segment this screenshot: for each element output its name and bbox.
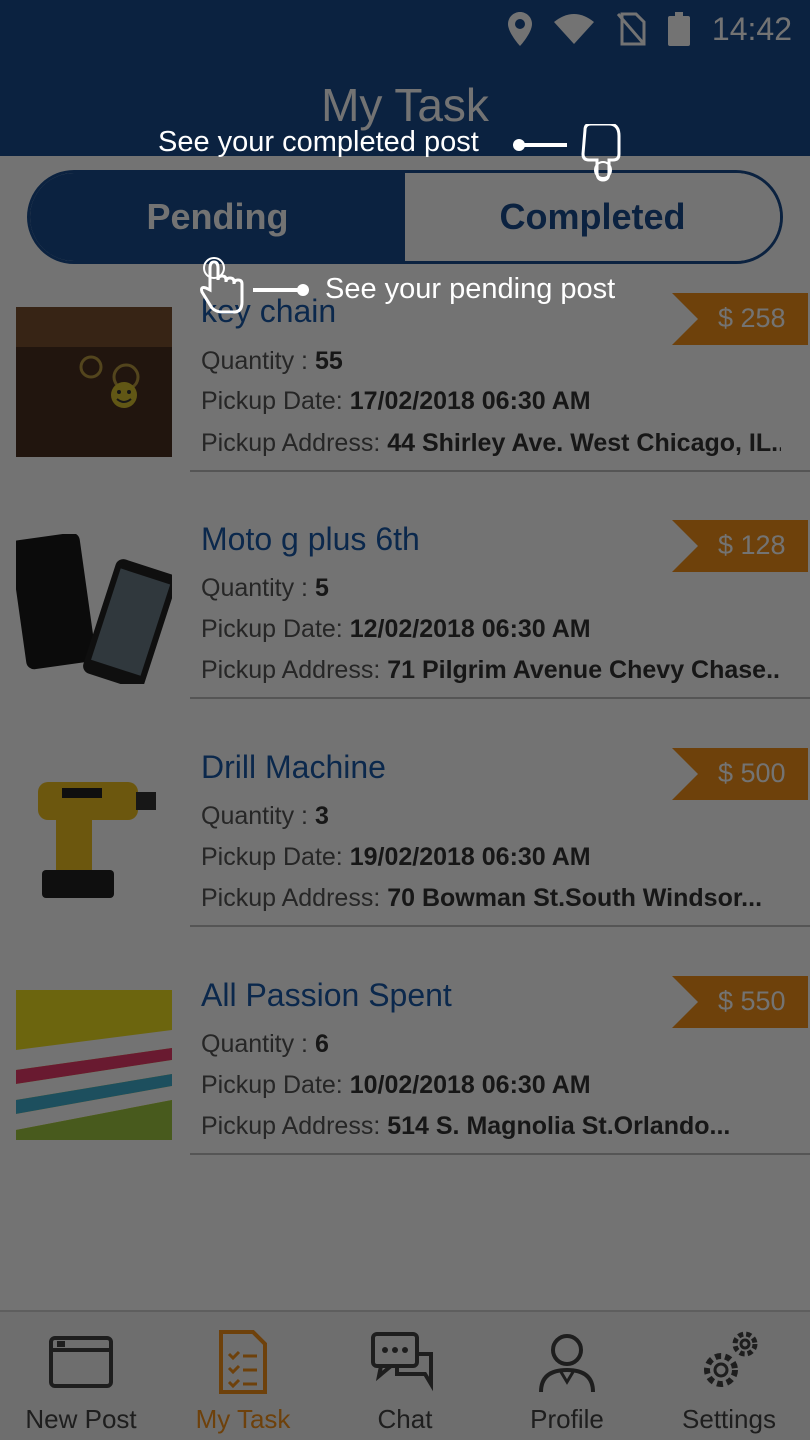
task-pickup-address: Pickup Address: 44 Shirley Ave. West Chi…	[201, 429, 781, 457]
nav-chat[interactable]: Chat	[324, 1312, 486, 1440]
nav-profile[interactable]: Profile	[486, 1312, 648, 1440]
nav-label: Chat	[377, 1404, 433, 1434]
status-bar: 14:42	[0, 0, 810, 58]
task-title: Moto g plus 6th	[201, 521, 420, 557]
task-pickup-address: Pickup Address: 71 Pilgrim Avenue Chevy …	[201, 656, 781, 684]
task-pickup-date: Pickup Date: 19/02/2018 06:30 AM	[201, 843, 591, 871]
task-pickup-address: Pickup Address: 70 Bowman St.South Winds…	[201, 884, 763, 912]
price-value: $ 258	[718, 303, 786, 333]
hint-connector-dot	[297, 284, 309, 296]
nav-my-task[interactable]: My Task	[162, 1312, 324, 1440]
task-title: All Passion Spent	[201, 977, 452, 1013]
wifi-icon	[553, 14, 594, 44]
location-icon	[507, 12, 532, 46]
task-pickup-address: Pickup Address: 514 S. Magnolia St.Orlan…	[201, 1112, 731, 1140]
task-row[interactable]: Drill Machine Quantity : 3 Pickup Date: …	[0, 741, 810, 969]
task-row[interactable]: Moto g plus 6th Quantity : 5 Pickup Date…	[0, 513, 810, 741]
task-clipboard-icon	[219, 1330, 267, 1394]
phone-image	[16, 534, 172, 684]
row-divider	[190, 697, 810, 699]
row-divider	[190, 470, 810, 472]
row-divider	[190, 925, 810, 927]
tap-hand-icon	[200, 257, 244, 314]
price-value: $ 550	[718, 986, 786, 1016]
price-tag: $ 550	[672, 976, 808, 1028]
task-quantity: Quantity : 5	[201, 574, 329, 602]
books-image	[16, 990, 172, 1140]
settings-gears-icon	[704, 1331, 758, 1387]
chat-bubbles-icon	[371, 1332, 433, 1392]
tab-completed[interactable]: Completed	[405, 173, 780, 261]
nav-settings[interactable]: Settings	[648, 1312, 810, 1440]
task-quantity: Quantity : 6	[201, 1030, 329, 1058]
task-pickup-date: Pickup Date: 12/02/2018 06:30 AM	[201, 615, 591, 643]
tap-hand-icon	[581, 124, 621, 182]
nav-label: Profile	[530, 1404, 604, 1434]
status-icons: 14:42	[507, 10, 792, 48]
task-row[interactable]: key chain Quantity : 55 Pickup Date: 17/…	[0, 285, 810, 513]
hint-connector-line	[253, 288, 303, 292]
task-quantity: Quantity : 3	[201, 802, 329, 830]
nav-new-post[interactable]: New Post	[0, 1312, 162, 1440]
completed-hint-text: See your completed post	[158, 126, 479, 158]
price-tag: $ 258	[672, 293, 808, 345]
task-pickup-date: Pickup Date: 10/02/2018 06:30 AM	[201, 1071, 591, 1099]
battery-icon	[667, 12, 690, 46]
task-quantity: Quantity : 55	[201, 347, 343, 375]
nav-label: My Task	[195, 1404, 291, 1434]
drill-image	[16, 762, 172, 912]
task-row[interactable]: All Passion Spent Quantity : 6 Pickup Da…	[0, 969, 810, 1197]
bottom-nav: New Post My Task Chat Profile Settings	[0, 1310, 810, 1440]
nav-label: Settings	[682, 1404, 776, 1434]
task-pickup-date: Pickup Date: 17/02/2018 06:30 AM	[201, 387, 591, 415]
page-title: My Task	[321, 79, 489, 131]
new-post-icon	[49, 1336, 113, 1388]
key-chain-image	[16, 307, 172, 457]
profile-icon	[539, 1334, 595, 1393]
price-tag: $ 500	[672, 748, 808, 800]
no-sim-icon	[616, 12, 646, 46]
tab-pending[interactable]: Pending	[30, 173, 405, 261]
task-title: Drill Machine	[201, 749, 386, 785]
pending-hint-text: See your pending post	[325, 273, 616, 305]
status-time: 14:42	[711, 10, 792, 47]
price-tag: $ 128	[672, 520, 808, 572]
price-value: $ 500	[718, 758, 786, 788]
row-divider	[190, 1153, 810, 1155]
nav-label: New Post	[25, 1404, 137, 1434]
price-value: $ 128	[718, 530, 786, 560]
hint-connector-line	[517, 143, 567, 147]
status-tabs: Pending Completed	[27, 170, 783, 264]
task-list: key chain Quantity : 55 Pickup Date: 17/…	[0, 285, 810, 1197]
